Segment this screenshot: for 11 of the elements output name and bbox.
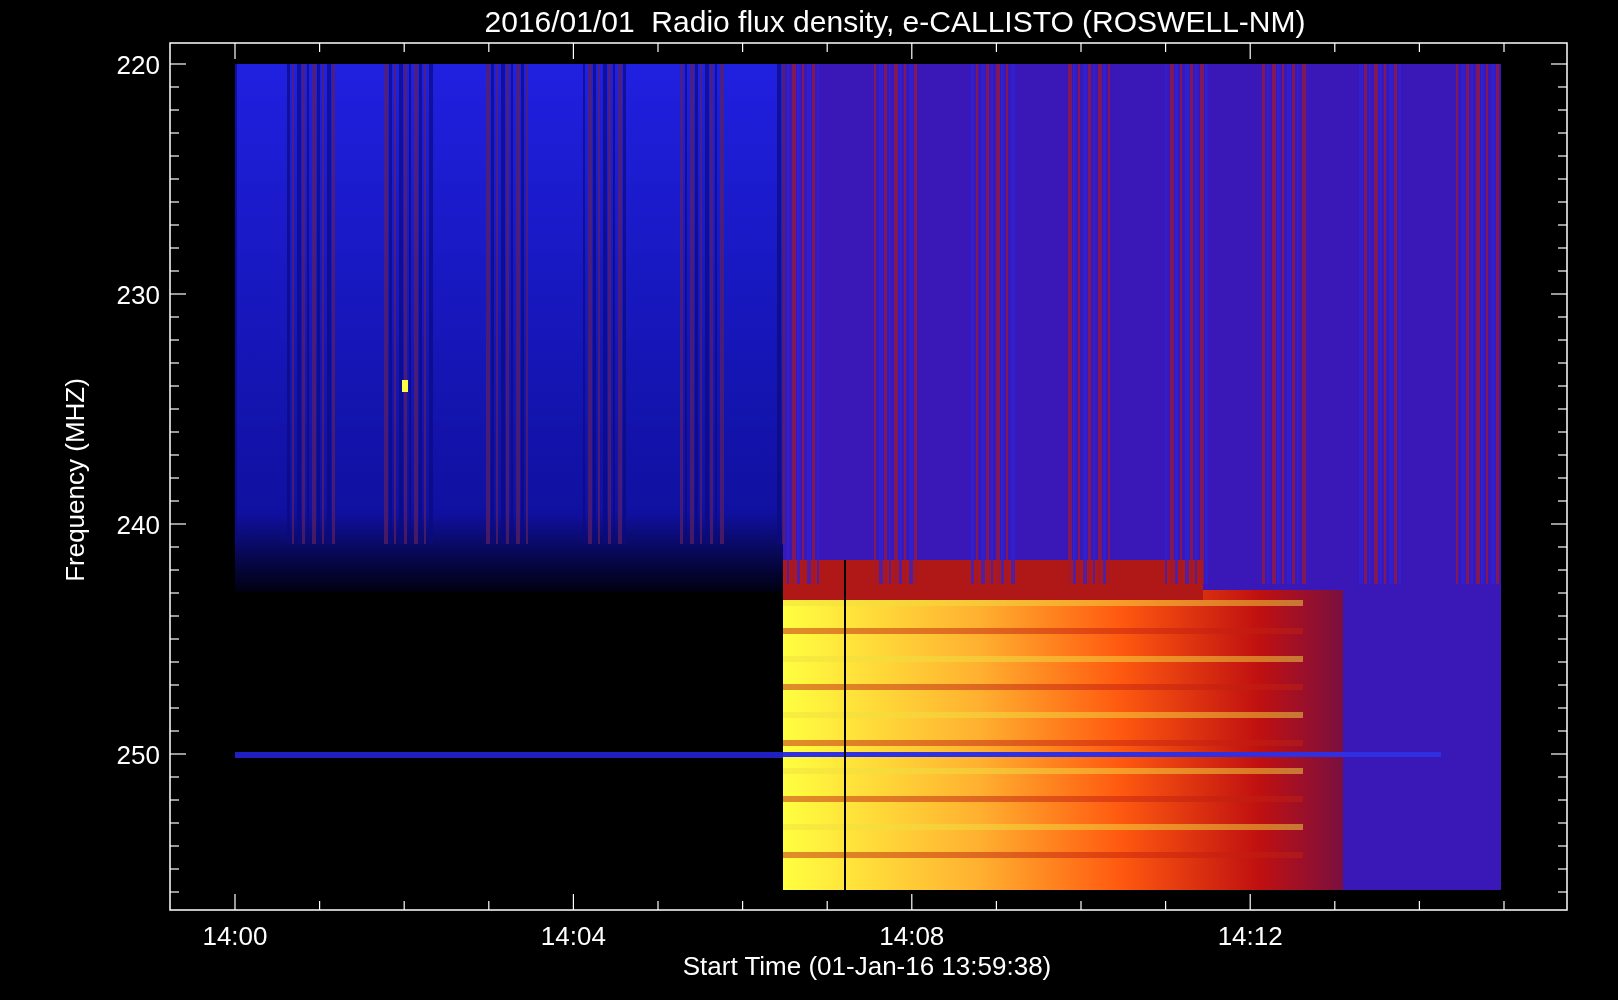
y-axis-label: Frequency (MHZ) [60,378,90,582]
x-tick-label: 14:00 [202,921,268,951]
y-tick-label: 220 [116,50,160,80]
y-tick-label: 250 [116,740,160,770]
x-tick-label: 14:12 [1217,921,1283,951]
x-tick-label: 14:08 [879,921,945,951]
x-axis-label: Start Time (01-Jan-16 13:59:38) [682,951,1052,981]
y-tick-label: 230 [116,280,160,310]
chart-title: 2016/01/01 Radio flux density, e-CALLISTO (ROSWELL-NM) [484,5,1306,38]
y-tick-label: 240 [116,510,160,540]
x-tick-label: 14:04 [540,921,606,951]
